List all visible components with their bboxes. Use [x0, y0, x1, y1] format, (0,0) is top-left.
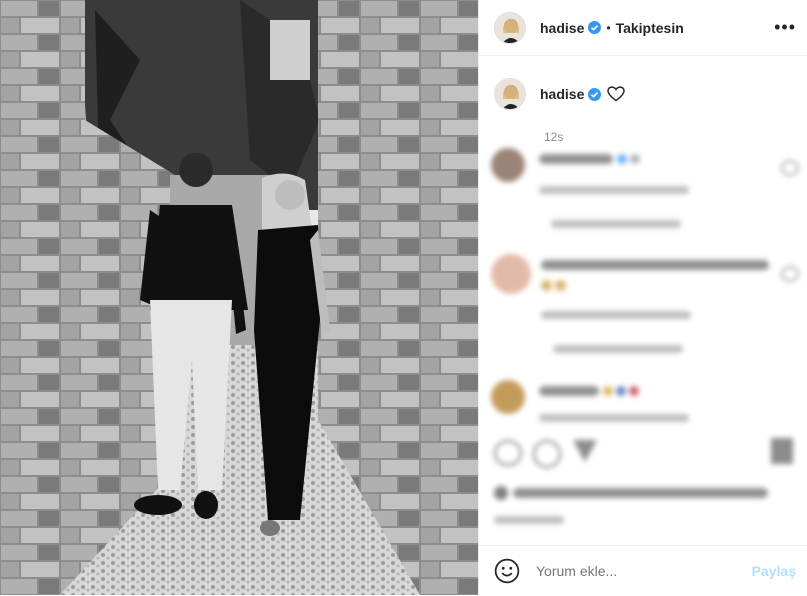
- blurred-emoji: [555, 280, 566, 291]
- blurred-username: [539, 386, 599, 396]
- liker-avatar: [494, 486, 508, 500]
- commenter-avatar: [491, 148, 525, 182]
- post-header: hadise • Takiptesin •••: [479, 0, 807, 56]
- more-options-icon[interactable]: •••: [774, 17, 796, 38]
- comment-item: [491, 254, 799, 353]
- share-comment-button[interactable]: Paylaş: [752, 563, 796, 579]
- blurred-badge: [617, 154, 627, 164]
- share-icon[interactable]: [573, 440, 597, 462]
- post-image: [0, 0, 478, 595]
- caption-username[interactable]: hadise: [540, 86, 584, 102]
- verified-badge-icon: [588, 21, 602, 34]
- comment-form: Paylaş: [479, 545, 807, 596]
- author-avatar[interactable]: [494, 11, 526, 44]
- heart-icon[interactable]: [607, 86, 626, 102]
- comment-like-icon[interactable]: [781, 266, 799, 282]
- blurred-username: [539, 154, 613, 164]
- blurred-date: [494, 516, 564, 524]
- blurred-emoji: [629, 386, 639, 396]
- blurred-meta: [539, 186, 689, 194]
- blurred-replies: [551, 220, 681, 228]
- emoji-icon[interactable]: [494, 558, 520, 584]
- save-icon[interactable]: [771, 438, 793, 464]
- comment-like-icon[interactable]: [781, 160, 799, 176]
- blurred-replies: [553, 345, 683, 353]
- follow-status-button[interactable]: Takiptesin: [616, 20, 684, 36]
- caption-timestamp: 12s: [544, 130, 564, 144]
- post-side-panel: hadise • Takiptesin ••• hadise 12s Yorum…: [478, 0, 807, 595]
- comment-item: [491, 148, 799, 228]
- author-username[interactable]: hadise: [540, 20, 584, 36]
- blurred-username: [541, 260, 769, 270]
- blurred-likes: [513, 488, 768, 498]
- caption-author-avatar[interactable]: [494, 78, 526, 110]
- blurred-emoji: [616, 386, 626, 396]
- separator-dot: •: [606, 20, 611, 35]
- like-icon[interactable]: [494, 440, 522, 466]
- blurred-emoji: [603, 386, 613, 396]
- commenter-avatar: [491, 254, 531, 294]
- verified-badge-icon: [588, 87, 602, 101]
- blurred-emoji: [541, 280, 552, 291]
- comment-item: [491, 380, 689, 422]
- commenter-avatar: [491, 380, 525, 414]
- post-photo[interactable]: [0, 0, 478, 595]
- comment-input[interactable]: [534, 562, 738, 580]
- blurred-meta: [541, 311, 691, 319]
- blurred-emoji: [630, 154, 640, 164]
- caption-row: hadise: [479, 56, 807, 110]
- blurred-meta: [539, 414, 689, 422]
- comment-icon[interactable]: [533, 440, 561, 468]
